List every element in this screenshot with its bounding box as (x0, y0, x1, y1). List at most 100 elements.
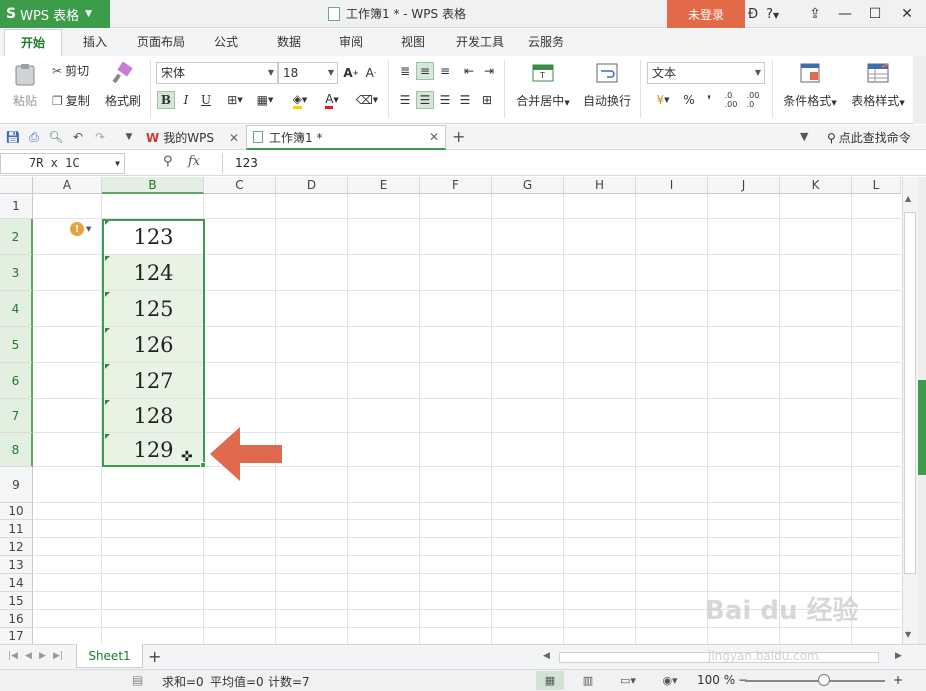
zoom-level[interactable]: 100 % (697, 673, 735, 687)
font-color-button[interactable]: A ▼ (318, 91, 346, 109)
indent-increase-icon[interactable]: ⇥ (480, 62, 498, 80)
column-header-h[interactable]: H (564, 177, 636, 194)
cell-b5[interactable]: 126 (104, 327, 203, 362)
row-header-12[interactable]: 12 (0, 538, 33, 556)
row-header-4[interactable]: 4 (0, 291, 33, 327)
paste-button[interactable]: 粘贴 (8, 62, 42, 109)
cell-b4[interactable]: 125 (104, 291, 203, 326)
row-header-13[interactable]: 13 (0, 556, 33, 574)
cell-b7[interactable]: 128 (104, 399, 203, 432)
print-preview-icon[interactable]: 🔍︎ (47, 128, 65, 146)
reading-mode-icon[interactable]: ◉▾ (656, 671, 684, 690)
tab-developer[interactable]: 开发工具 (449, 29, 511, 56)
currency-button[interactable]: ¥ ▼ (650, 91, 676, 109)
tab-insert[interactable]: 插入 (70, 29, 120, 56)
align-center-icon[interactable]: ☰ (416, 91, 434, 109)
minimize-button[interactable]: — (830, 0, 860, 28)
italic-button[interactable]: I (177, 91, 195, 109)
close-icon[interactable]: ✕ (229, 131, 239, 145)
tab-my-wps[interactable]: W 我的WPS ✕ (140, 125, 245, 150)
insert-function-button[interactable]: fx (188, 154, 200, 169)
column-header-e[interactable]: E (348, 177, 420, 194)
error-check-tag[interactable]: ! ▼ (70, 221, 91, 237)
normal-view-icon[interactable]: ▦ (536, 671, 564, 690)
tab-view[interactable]: 视图 (387, 29, 439, 56)
side-panel-toggle[interactable] (918, 380, 926, 475)
zoom-slider[interactable] (745, 680, 885, 682)
app-menu-button[interactable]: S WPS 表格 ▼ (0, 0, 110, 28)
row-header-17[interactable]: 17 (0, 628, 33, 645)
scroll-down-icon[interactable]: ▼ (905, 630, 911, 639)
add-sheet-button[interactable]: + (148, 647, 161, 666)
upload-icon[interactable]: ⇪ (800, 0, 830, 28)
bold-button[interactable]: B (157, 91, 175, 109)
tab-page-layout[interactable]: 页面布局 (130, 29, 192, 56)
last-sheet-icon[interactable]: ▶| (53, 651, 63, 661)
tab-home[interactable]: 开始 (4, 29, 62, 56)
print-icon[interactable]: ⎙ (25, 128, 43, 146)
column-header-i[interactable]: I (636, 177, 708, 194)
skin-icon[interactable]: Ð (748, 7, 758, 22)
zoom-in-icon[interactable]: + (893, 673, 903, 687)
increase-font-icon[interactable]: A + (342, 64, 360, 82)
column-header-j[interactable]: J (708, 177, 780, 194)
scroll-right-icon[interactable]: ▶ (895, 651, 902, 661)
column-header-k[interactable]: K (780, 177, 852, 194)
decrease-font-icon[interactable]: A- (362, 64, 380, 82)
first-sheet-icon[interactable]: |◀ (8, 651, 18, 661)
cut-button[interactable]: ✂ 剪切 (52, 62, 89, 79)
cell-b3[interactable]: 124 (104, 255, 203, 290)
indent-decrease-icon[interactable]: ⇤ (460, 62, 478, 80)
column-header-d[interactable]: D (276, 177, 348, 194)
close-icon[interactable]: ✕ (429, 130, 439, 144)
row-header-7[interactable]: 7 (0, 399, 33, 433)
align-left-icon[interactable]: ☰ (396, 91, 414, 109)
wrap-text-button[interactable]: 自动换行 (580, 62, 634, 109)
cell-b2[interactable]: 123 (104, 219, 203, 254)
row-header-11[interactable]: 11 (0, 520, 33, 538)
row-header-15[interactable]: 15 (0, 592, 33, 610)
format-painter-button[interactable]: 格式刷 (104, 62, 142, 109)
maximize-button[interactable]: ☐ (860, 0, 890, 28)
number-format-select[interactable]: 文本 ▼ (647, 62, 765, 84)
formula-input[interactable]: 123 (222, 153, 258, 174)
new-tab-button[interactable]: + (452, 127, 465, 146)
login-button[interactable]: 未登录 (667, 0, 745, 28)
zoom-formula-icon[interactable]: ⚲ (163, 154, 173, 169)
row-header-3[interactable]: 3 (0, 255, 33, 291)
prev-sheet-icon[interactable]: ◀ (25, 651, 32, 661)
select-all-corner[interactable] (0, 177, 33, 194)
page-layout-view-icon[interactable]: ▭▾ (614, 671, 642, 690)
row-header-9[interactable]: 9 (0, 467, 33, 503)
underline-button[interactable]: U (197, 91, 215, 109)
row-header-2[interactable]: 2 (0, 219, 33, 255)
row-header-1[interactable]: 1 (0, 194, 33, 219)
tab-data[interactable]: 数据 (263, 29, 315, 56)
row-header-14[interactable]: 14 (0, 574, 33, 592)
clear-button[interactable]: ⌫ ▼ (354, 91, 380, 109)
align-right-icon[interactable]: ☰ (436, 91, 454, 109)
column-header-l[interactable]: L (852, 177, 901, 194)
fill-color-button[interactable]: ◈ ▼ (286, 91, 314, 109)
undo-icon[interactable]: ↶ (69, 128, 87, 146)
find-command-button[interactable]: ⚲ 点此查找命令 (827, 129, 911, 146)
column-header-a[interactable]: A (33, 177, 102, 194)
font-size-select[interactable]: 18 ▼ (278, 62, 338, 84)
fill-handle[interactable] (200, 462, 206, 468)
vertical-scroll-thumb[interactable] (904, 212, 916, 574)
ribbon-scroll[interactable] (913, 56, 926, 124)
row-header-10[interactable]: 10 (0, 503, 33, 520)
table-style-button[interactable]: 表格样式▼ (847, 62, 909, 109)
tab-cloud[interactable]: 云服务 (520, 29, 572, 56)
conditional-format-button[interactable]: 条件格式▼ (778, 62, 842, 109)
save-icon[interactable]: 💾︎ (4, 128, 22, 146)
row-header-16[interactable]: 16 (0, 610, 33, 628)
merge-center-button[interactable]: T 合并居中▼ (512, 62, 574, 109)
align-top-icon[interactable]: ≣ (396, 62, 414, 80)
fill-pattern-button[interactable]: ▦ ▼ (252, 91, 278, 109)
help-button[interactable]: ?▼ (766, 7, 779, 22)
decrease-decimal-icon[interactable]: .00.0 (744, 91, 762, 109)
scroll-up-icon[interactable]: ▲ (905, 194, 911, 203)
name-box[interactable]: 7R x 1C ▼ (0, 153, 125, 174)
increase-decimal-icon[interactable]: .0.00 (722, 91, 740, 109)
